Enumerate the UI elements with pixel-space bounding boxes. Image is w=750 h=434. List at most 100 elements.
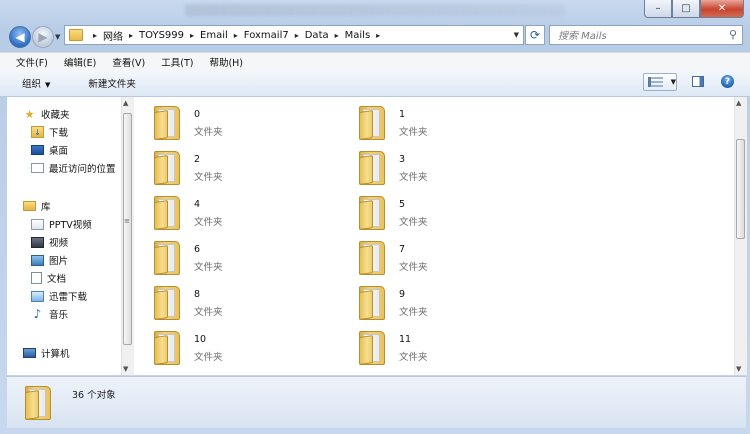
folder-item[interactable]: 3 文件夹 bbox=[339, 147, 539, 187]
folder-item[interactable]: 2 文件夹 bbox=[134, 147, 334, 187]
address-history-dropdown[interactable]: ▼ bbox=[514, 31, 519, 39]
menu-tools[interactable]: 工具(T) bbox=[151, 55, 199, 69]
sidebar-item-label: 桌面 bbox=[49, 146, 69, 157]
sidebar-item-pptv[interactable]: PPTV视频 bbox=[31, 217, 92, 231]
folder-item[interactable]: 4 文件夹 bbox=[134, 192, 334, 232]
sidebar-item-desktop[interactable]: 桌面 bbox=[31, 143, 68, 157]
sidebar-item-music[interactable]: ♪ 音乐 bbox=[31, 307, 68, 321]
folder-item[interactable]: 6 文件夹 bbox=[134, 237, 334, 277]
folder-item[interactable] bbox=[134, 372, 334, 375]
item-type: 文件夹 bbox=[399, 352, 428, 363]
arrow-left-icon: ◀ bbox=[15, 30, 25, 44]
scroll-down-icon[interactable]: ▼ bbox=[123, 365, 128, 373]
search-box[interactable]: ⚲ bbox=[549, 25, 743, 45]
computer-icon bbox=[23, 348, 36, 358]
sidebar-item-label: 文档 bbox=[47, 274, 67, 285]
refresh-button[interactable]: ⟳ bbox=[525, 25, 545, 45]
new-folder-button[interactable]: 新建文件夹 bbox=[64, 76, 146, 90]
change-view-button[interactable]: ▼ bbox=[643, 73, 677, 91]
chevron-down-icon[interactable]: ▼ bbox=[671, 78, 676, 86]
folder-icon bbox=[154, 151, 180, 185]
chevron-right-icon[interactable]: ▸ bbox=[376, 31, 380, 40]
folder-item[interactable]: 5 文件夹 bbox=[339, 192, 539, 232]
scrollbar-thumb[interactable] bbox=[123, 113, 132, 345]
scroll-down-icon[interactable]: ▼ bbox=[736, 365, 741, 373]
back-button[interactable]: ◀ bbox=[9, 26, 31, 48]
search-icon[interactable]: ⚲ bbox=[729, 28, 737, 41]
item-name: 4 bbox=[194, 199, 201, 210]
close-button[interactable]: ✕ bbox=[700, 0, 744, 18]
item-name: 3 bbox=[399, 154, 406, 165]
folder-item[interactable]: 11 文件夹 bbox=[339, 327, 539, 367]
breadcrumb-item[interactable]: Mails bbox=[345, 30, 371, 41]
menu-file[interactable]: 文件(F) bbox=[0, 55, 54, 69]
chevron-right-icon[interactable]: ▸ bbox=[335, 31, 339, 40]
sidebar-item-computer[interactable]: 计算机 bbox=[23, 346, 70, 360]
folder-icon bbox=[154, 286, 180, 320]
item-type: 文件夹 bbox=[194, 262, 223, 273]
video-icon bbox=[31, 236, 44, 248]
chevron-right-icon[interactable]: ▸ bbox=[190, 31, 194, 40]
sidebar-item-documents[interactable]: 文档 bbox=[31, 271, 66, 285]
breadcrumb-item[interactable]: Email bbox=[200, 30, 228, 41]
menu-view[interactable]: 查看(V) bbox=[102, 55, 151, 69]
folder-item[interactable]: 8 文件夹 bbox=[134, 282, 334, 322]
item-name: 7 bbox=[399, 244, 406, 255]
chevron-right-icon[interactable]: ▸ bbox=[295, 31, 299, 40]
sidebar-item-libraries[interactable]: 库 bbox=[23, 199, 51, 213]
breadcrumb-item[interactable]: 网络 bbox=[103, 28, 123, 43]
item-name: 11 bbox=[399, 334, 412, 345]
recent-pages-dropdown[interactable]: ▼ bbox=[55, 33, 60, 41]
sidebar-item-favorites[interactable]: ★ 收藏夹 bbox=[23, 107, 70, 122]
title-buttons: – □ ✕ bbox=[644, 0, 744, 18]
menu-help[interactable]: 帮助(H) bbox=[199, 55, 249, 69]
sidebar-item-downloads[interactable]: ↓ 下载 bbox=[31, 125, 68, 139]
folder-icon bbox=[154, 331, 180, 365]
blurred-title-url bbox=[185, 4, 565, 16]
navigation-pane: ★ 收藏夹 ↓ 下载 桌面 最近访问的位置 库 PPTV视频 视频 图片 文档 迅雷… bbox=[7, 97, 121, 375]
search-input[interactable] bbox=[556, 27, 725, 45]
sidebar-item-label: 图片 bbox=[49, 256, 69, 267]
breadcrumb-item[interactable]: Data bbox=[305, 30, 329, 41]
maximize-button[interactable]: □ bbox=[672, 0, 700, 18]
sidebar-item-xunlei[interactable]: 迅雷下载 bbox=[31, 289, 87, 303]
item-name: 2 bbox=[194, 154, 201, 165]
help-icon[interactable]: ? bbox=[721, 75, 734, 88]
folder-item[interactable]: 7 文件夹 bbox=[339, 237, 539, 277]
chevron-right-icon[interactable]: ▸ bbox=[234, 31, 238, 40]
sidebar-item-label: 最近访问的位置 bbox=[49, 164, 116, 175]
folder-item[interactable]: 1 文件夹 bbox=[339, 102, 539, 142]
navigation-pane-scrollbar[interactable]: ▲ ≡ ▼ bbox=[121, 97, 134, 375]
music-note-icon: ♪ bbox=[33, 307, 42, 321]
file-list-scrollbar[interactable]: ▲ ▼ bbox=[734, 97, 747, 375]
sidebar-item-recent-places[interactable]: 最近访问的位置 bbox=[31, 161, 116, 175]
menu-edit[interactable]: 编辑(E) bbox=[54, 55, 102, 69]
breadcrumb-item[interactable]: Foxmail7 bbox=[244, 30, 289, 41]
scroll-up-icon[interactable]: ▲ bbox=[123, 99, 128, 107]
view-details-icon bbox=[648, 77, 663, 87]
scrollbar-thumb[interactable] bbox=[736, 139, 745, 239]
scroll-up-icon[interactable]: ▲ bbox=[736, 99, 741, 107]
preview-pane-icon[interactable] bbox=[692, 76, 704, 87]
item-type: 文件夹 bbox=[194, 127, 223, 138]
address-bar[interactable]: ▸ 网络 ▸ TOYS999 ▸ Email ▸ Foxmail7 ▸ Data… bbox=[64, 25, 524, 45]
folder-item[interactable]: 10 文件夹 bbox=[134, 327, 334, 367]
forward-button[interactable]: ▶ bbox=[32, 26, 54, 48]
minimize-button[interactable]: – bbox=[644, 0, 672, 18]
sidebar-item-label: 迅雷下载 bbox=[49, 292, 88, 303]
folder-item[interactable]: 9 文件夹 bbox=[339, 282, 539, 322]
sidebar-item-label: 视频 bbox=[49, 238, 69, 249]
folder-icon bbox=[359, 106, 385, 140]
refresh-icon: ⟳ bbox=[529, 28, 541, 42]
chevron-down-icon: ▼ bbox=[45, 81, 51, 89]
chevron-right-icon[interactable]: ▸ bbox=[129, 31, 133, 40]
folder-item[interactable]: 0 文件夹 bbox=[134, 102, 334, 142]
chevron-right-icon[interactable]: ▸ bbox=[93, 31, 97, 40]
sidebar-item-pictures[interactable]: 图片 bbox=[31, 253, 68, 267]
menu-bar: 文件(F) 编辑(E) 查看(V) 工具(T) 帮助(H) bbox=[0, 52, 750, 70]
organize-button[interactable]: 组织 ▼ bbox=[0, 76, 64, 90]
breadcrumb-item[interactable]: TOYS999 bbox=[139, 30, 184, 41]
folder-icon bbox=[359, 151, 385, 185]
folder-item[interactable] bbox=[339, 372, 539, 375]
sidebar-item-videos[interactable]: 视频 bbox=[31, 235, 68, 249]
